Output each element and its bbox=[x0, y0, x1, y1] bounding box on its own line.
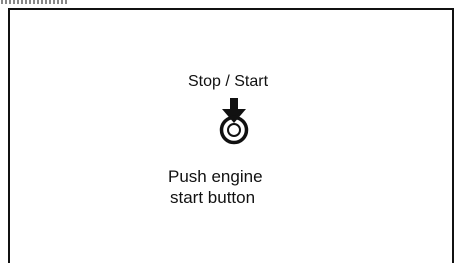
instrument-display-screen: Stop / Start Push engine start button bbox=[0, 0, 456, 269]
top-edge-artifact bbox=[1, 0, 67, 4]
instruction-line-2: start button bbox=[170, 188, 256, 207]
instruction-message: Push engine start button bbox=[168, 166, 328, 208]
instruction-line-1: Push engine bbox=[168, 167, 263, 186]
push-button-arrow-icon bbox=[217, 98, 251, 146]
stop-start-title: Stop / Start bbox=[187, 73, 269, 90]
